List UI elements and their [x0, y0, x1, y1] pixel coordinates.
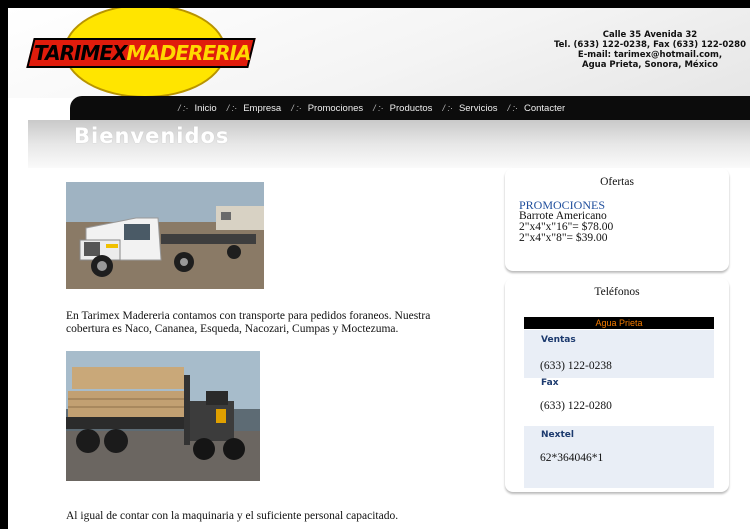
- promo-item: 2"x4"x"8"= $39.00: [519, 232, 608, 244]
- region-header: Agua Prieta: [524, 317, 714, 329]
- contact-city: Agua Prieta, Sonora, México: [582, 60, 718, 70]
- nav-separator-icon: / :·: [291, 103, 302, 113]
- nav-item-empresa[interactable]: / :· Empresa: [217, 103, 282, 114]
- nav-separator-icon: / :·: [373, 103, 384, 113]
- fax-panel: Fax (633) 122-0280: [524, 378, 714, 426]
- logo: TARIMEXMADERERIA: [34, 38, 251, 68]
- contact-info: Calle 35 Avenida 32 Tel. (633) 122-0238,…: [554, 30, 746, 70]
- telefonos-box: Teléfonos Agua Prieta Ventas (633) 122-0…: [505, 278, 729, 492]
- nav-separator-icon: / :·: [507, 103, 518, 113]
- nav-separator-icon: / :·: [442, 103, 453, 113]
- nav-item-promociones[interactable]: / :· Promociones: [281, 103, 363, 114]
- equipment-paragraph: Al igual de contar con la maquinaria y e…: [66, 509, 399, 522]
- nav-label: Empresa: [243, 102, 282, 114]
- transport-paragraph: En Tarimex Madereria contamos con transp…: [66, 309, 431, 335]
- telefonos-title: Teléfonos: [594, 286, 640, 298]
- nav-label: Productos: [389, 102, 433, 114]
- nav-separator-icon: / :·: [178, 103, 189, 113]
- nav-item-inicio[interactable]: / :· Inicio: [178, 103, 217, 114]
- nextel-label: Nextel: [541, 430, 574, 440]
- ofertas-box: Ofertas PROMOCIONES Barrote Americano 2"…: [505, 168, 729, 271]
- fax-label: Fax: [541, 378, 559, 388]
- ofertas-title: Ofertas: [600, 176, 634, 188]
- forklift-photo: [66, 351, 260, 481]
- nav-label: Promociones: [307, 102, 364, 114]
- logo-part1: TARIMEX: [34, 41, 127, 65]
- truck-photo: [66, 182, 264, 289]
- ventas-label: Ventas: [541, 335, 576, 345]
- nav-label: Contacter: [523, 102, 566, 114]
- page-title: Bienvenidos: [74, 124, 230, 148]
- nav-item-servicios[interactable]: / :· Servicios: [432, 103, 497, 114]
- nextel-panel: Nextel 62*364046*1: [524, 426, 714, 488]
- fax-number: (633) 122-0280: [540, 400, 612, 412]
- contact-address: Calle 35 Avenida 32: [602, 30, 698, 40]
- nav-item-contacter[interactable]: / :· Contacter: [497, 103, 565, 114]
- header: TARIMEXMADERERIA Calle 35 Avenida 32 Tel…: [8, 8, 750, 98]
- nav-separator-icon: / :·: [226, 103, 238, 113]
- contact-email: E-mail: tarimex@hotmail.com,: [577, 50, 723, 60]
- contact-phones: Tel. (633) 122-0238, Fax (633) 122-0280: [553, 40, 746, 50]
- nav-label: Servicios: [458, 102, 498, 114]
- promo-list: PROMOCIONES Barrote Americano 2"x4"x"16"…: [519, 199, 729, 244]
- nav-label: Inicio: [194, 102, 217, 114]
- ventas-number: (633) 122-0238: [540, 360, 612, 372]
- nav-item-productos[interactable]: / :· Productos: [363, 103, 432, 114]
- page: TARIMEXMADERERIA Calle 35 Avenida 32 Tel…: [8, 8, 750, 529]
- nextel-number: 62*364046*1: [540, 452, 604, 464]
- main-nav: / :· Inicio / :· Empresa / :· Promociones /…: [70, 96, 750, 120]
- ventas-panel: Ventas (633) 122-0238: [524, 330, 714, 378]
- logo-part2: MADERERIA: [126, 41, 251, 65]
